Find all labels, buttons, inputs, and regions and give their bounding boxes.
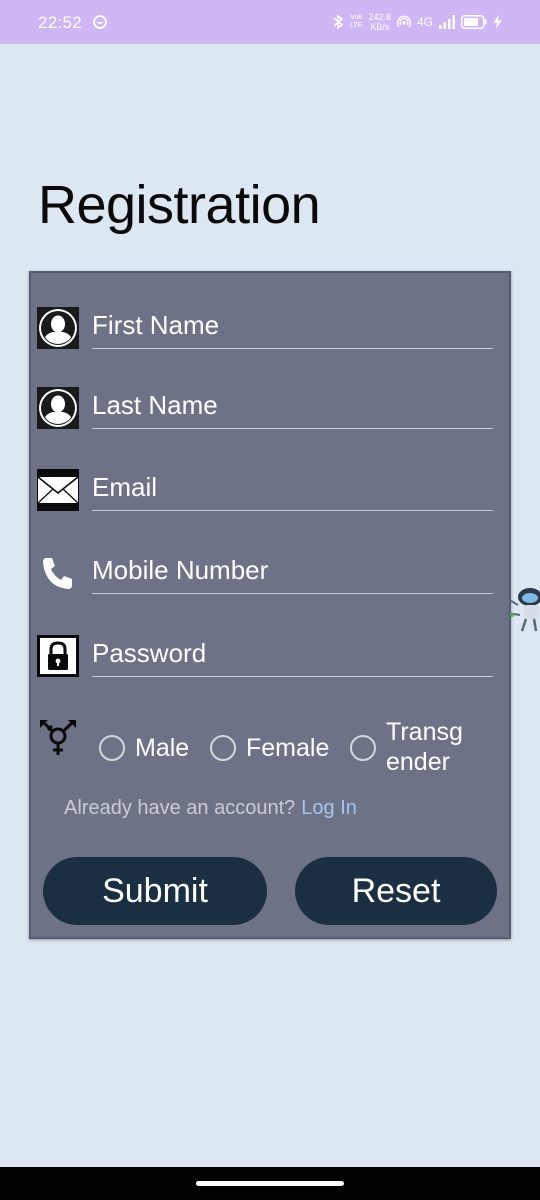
gender-option-female[interactable]: Female xyxy=(210,713,329,763)
login-prompt: Already have an account? Log In xyxy=(64,797,357,820)
reset-button[interactable]: Reset xyxy=(295,857,497,925)
user-icon xyxy=(37,387,79,429)
hotspot-icon xyxy=(396,15,411,28)
password-input[interactable] xyxy=(92,635,493,677)
gender-icon xyxy=(40,720,76,755)
robot-sticker-icon xyxy=(505,588,540,632)
volte-bottom-text: LTE xyxy=(350,22,363,29)
page-title: Registration xyxy=(38,175,321,235)
network-speed-value: 242.8 xyxy=(368,12,391,22)
radio-button[interactable] xyxy=(99,735,125,761)
last-name-field xyxy=(37,387,497,431)
notification-icon xyxy=(93,15,107,29)
bluetooth-icon xyxy=(333,14,344,30)
battery-icon xyxy=(461,15,487,29)
status-time: 22:52 xyxy=(38,13,83,32)
gender-label-transgender: Transg ender xyxy=(386,718,463,776)
network-speed-unit: KB/s xyxy=(370,22,390,32)
email-field xyxy=(37,469,497,513)
login-link[interactable]: Log In xyxy=(301,797,357,819)
home-gesture-handle[interactable] xyxy=(196,1181,344,1186)
phone-icon xyxy=(43,558,72,589)
gender-label-male: Male xyxy=(135,734,190,762)
gender-option-male[interactable]: Male xyxy=(99,713,189,763)
email-input[interactable] xyxy=(92,469,493,511)
radio-button[interactable] xyxy=(350,735,376,761)
gender-group: Male Female Transg ender xyxy=(37,713,507,783)
volte-indicator: Vo8 LTE xyxy=(350,14,362,30)
mail-icon xyxy=(37,469,79,511)
submit-button[interactable]: Submit xyxy=(43,857,267,925)
status-icons: Vo8 LTE 242.8 KB/s 4G xyxy=(332,10,502,34)
lock-icon xyxy=(37,635,79,677)
mobile-field xyxy=(37,552,497,596)
first-name-input[interactable] xyxy=(92,307,493,349)
password-field xyxy=(37,635,497,679)
network-speed: 242.8 KB/s xyxy=(368,12,391,32)
volte-top-text: Vo8 xyxy=(350,14,363,21)
signal-icon xyxy=(439,15,455,29)
last-name-input[interactable] xyxy=(92,387,493,429)
registration-form: Male Female Transg ender Already have an… xyxy=(29,271,511,939)
mobile-input[interactable] xyxy=(92,552,493,594)
navigation-bar xyxy=(0,1167,540,1200)
user-icon xyxy=(37,307,79,349)
gender-option-transgender[interactable]: Transg ender xyxy=(350,713,463,777)
login-prompt-text: Already have an account? xyxy=(64,797,296,819)
radio-button[interactable] xyxy=(210,735,236,761)
charging-icon xyxy=(493,15,502,29)
first-name-field xyxy=(37,307,497,351)
gender-label-female: Female xyxy=(246,734,330,762)
cell-type: 4G xyxy=(416,15,433,29)
status-bar: 22:52 Vo8 LTE 242.8 KB/s 4G xyxy=(0,0,540,44)
